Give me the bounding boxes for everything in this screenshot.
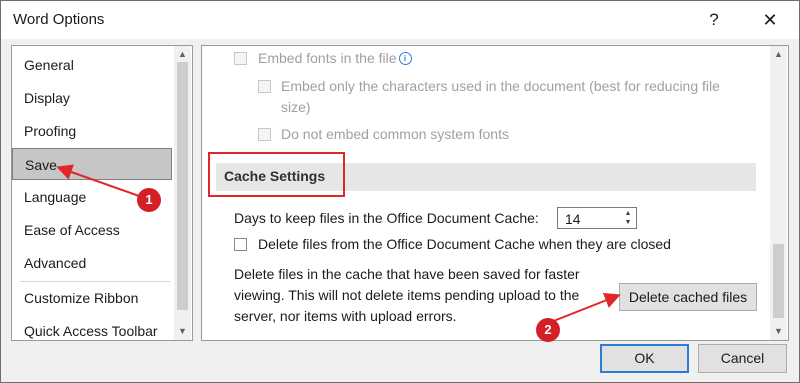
nav-item-display[interactable]: Display xyxy=(12,82,172,114)
content-scroll-thumb[interactable] xyxy=(773,244,784,318)
nav-item-proofing[interactable]: Proofing xyxy=(12,115,172,147)
options-nav: General Display Proofing Save Language E… xyxy=(11,45,193,341)
do-not-embed-common-checkbox[interactable] xyxy=(258,128,271,141)
title-bar: Word Options ? ✕ xyxy=(1,1,799,39)
scroll-up-icon[interactable]: ▲ xyxy=(770,46,787,62)
nav-item-advanced[interactable]: Advanced xyxy=(12,247,172,279)
delete-on-close-label: Delete files from the Office Document Ca… xyxy=(258,236,671,252)
scroll-down-icon[interactable]: ▼ xyxy=(174,323,191,339)
days-to-keep-value: 14 xyxy=(565,211,581,227)
ok-button[interactable]: OK xyxy=(600,344,689,373)
step-2-badge: 2 xyxy=(536,318,560,342)
days-to-keep-label: Days to keep files in the Office Documen… xyxy=(234,210,539,226)
embed-only-used-checkbox[interactable] xyxy=(258,80,271,93)
days-to-keep-stepper[interactable]: 14 ▲ ▼ xyxy=(557,207,637,229)
delete-cached-files-button[interactable]: Delete cached files xyxy=(619,283,757,311)
nav-scroll-thumb[interactable] xyxy=(177,62,188,310)
nav-item-ease-of-access[interactable]: Ease of Access xyxy=(12,214,172,246)
chevron-down-icon[interactable]: ▼ xyxy=(623,218,633,228)
dialog-title: Word Options xyxy=(13,11,105,28)
scroll-down-icon[interactable]: ▼ xyxy=(770,323,787,339)
delete-cache-description: Delete files in the cache that have been… xyxy=(234,264,614,327)
content-scrollbar[interactable]: ▲ ▼ xyxy=(770,46,787,340)
close-icon[interactable]: ✕ xyxy=(757,6,783,34)
embed-only-used-label-cont: size) xyxy=(281,99,311,115)
nav-item-general[interactable]: General xyxy=(12,49,172,81)
delete-desc-line: Delete files in the cache that have been… xyxy=(234,266,580,282)
cancel-button[interactable]: Cancel xyxy=(698,344,787,373)
delete-on-close-checkbox[interactable] xyxy=(234,238,247,251)
nav-item-quick-access-toolbar[interactable]: Quick Access Toolbar xyxy=(12,315,172,340)
embed-fonts-row: Embed fonts in the file i xyxy=(258,50,412,66)
embed-only-used-label: Embed only the characters used in the do… xyxy=(281,78,720,94)
cache-settings-highlight xyxy=(208,152,345,197)
scroll-up-icon[interactable]: ▲ xyxy=(174,46,191,62)
step-1-badge: 1 xyxy=(137,188,161,212)
embed-fonts-label: Embed fonts in the file xyxy=(258,50,397,66)
help-icon[interactable]: ? xyxy=(701,6,727,34)
do-not-embed-common-label: Do not embed common system fonts xyxy=(281,126,509,142)
info-icon: i xyxy=(398,52,412,65)
nav-item-save[interactable]: Save xyxy=(12,148,172,180)
delete-desc-line: viewing. This will not delete items pend… xyxy=(234,287,580,303)
nav-item-customize-ribbon[interactable]: Customize Ribbon xyxy=(12,282,172,314)
nav-scrollbar[interactable]: ▲ ▼ xyxy=(174,46,191,340)
embed-fonts-checkbox[interactable] xyxy=(234,52,247,65)
word-options-dialog: Word Options ? ✕ General Display Proofin… xyxy=(0,0,800,383)
